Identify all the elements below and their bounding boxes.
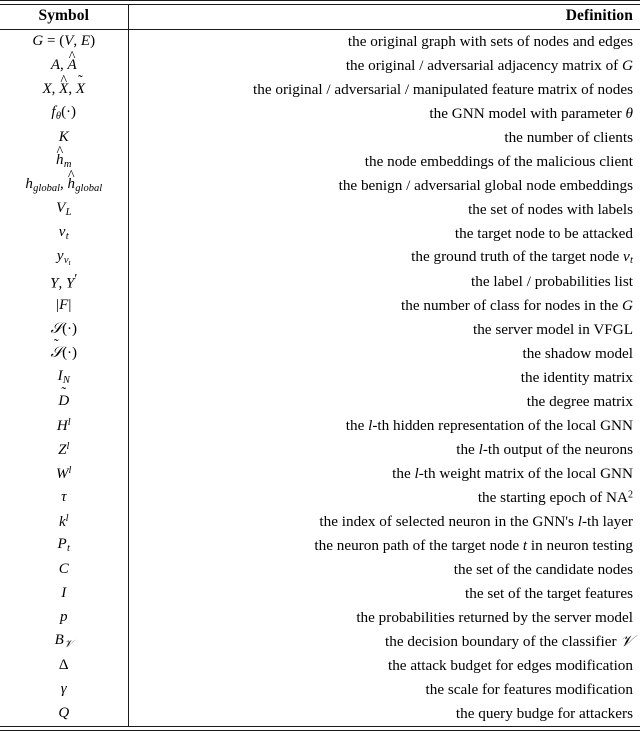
table-row: hglobal, h ^ global the benign / adversari… (0, 168, 640, 198)
table-row: fθ(·) the GNN model with parameter θ (0, 101, 640, 126)
table-row: Y, Y′ the label / probabilities list (0, 269, 640, 294)
symbol-cell: Wl (0, 461, 129, 486)
table-row: yvt the ground truth of the target node … (0, 245, 640, 270)
definition-cell: the original / adversarial / manipulated… (253, 81, 633, 99)
symbol-cell: K (0, 125, 129, 150)
definition-cell: the l-th weight matrix of the local GNN (392, 465, 633, 483)
symbol-cell: Δ (0, 653, 129, 678)
table-row: γ the scale for features modification (0, 677, 640, 702)
definition-cell: the benign / adversarial global node emb… (338, 177, 633, 195)
definition-cell: the shadow model (522, 345, 633, 363)
symbol-cell: hglobal, h ^ global (0, 168, 129, 198)
table-row: vt the target node to be attacked (0, 221, 640, 246)
symbol-cell: γ (0, 677, 129, 702)
symbol-cell: VL (0, 197, 129, 222)
table-row: K the number of clients (0, 125, 640, 150)
definition-cell: the ground truth of the target node vt (411, 247, 633, 267)
table-row: VL the set of nodes with labels (0, 197, 640, 222)
column-header-definition: Definition (565, 7, 633, 24)
table-row: h ^ m the node embeddings of the malicious… (0, 144, 640, 174)
symbol-cell: Pt (0, 533, 129, 558)
definition-cell: the attack budget for edges modification (387, 657, 633, 675)
symbol-cell: Hl (0, 413, 129, 438)
table-row: Hl the l-th hidden representation of the… (0, 413, 640, 438)
table-row: Pt the neuron path of the target node t … (0, 533, 640, 558)
definition-cell: the GNN model with parameter θ (429, 105, 633, 123)
symbol-cell: G = (V, E) (0, 29, 129, 54)
definition-cell: the neuron path of the target node t in … (314, 537, 633, 555)
symbol-cell: p (0, 605, 129, 630)
definition-cell: the index of selected neuron in the GNN'… (319, 513, 633, 531)
table-row: D ˜ the degree matrix (0, 386, 640, 414)
table-row: Q the query budge for attackers (0, 701, 640, 727)
symbol-cell: τ (0, 485, 129, 510)
notation-table: Symbol Definition G = (V, E) the origina… (0, 0, 640, 731)
symbol-cell: h ^ m (0, 144, 129, 174)
column-header-symbol: Symbol (0, 5, 129, 30)
definition-cell: the number of class for nodes in the G (401, 297, 633, 315)
table-row: A, A ^ the original / adversarial adjacen… (0, 50, 640, 78)
symbol-cell: C (0, 557, 129, 582)
symbol-cell: 𝒮 ˜ (·) (0, 338, 129, 366)
table-row: |F| the number of class for nodes in the… (0, 293, 640, 318)
table-row: Zl the l-th output of the neurons (0, 437, 640, 462)
table-row: p the probabilities returned by the serv… (0, 605, 640, 630)
symbol-cell: I (0, 581, 129, 606)
table-row: kl the index of selected neuron in the G… (0, 509, 640, 534)
symbol-cell: kl (0, 509, 129, 534)
definition-cell: the starting epoch of NA2 (477, 489, 633, 507)
table-row: Δ the attack budget for edges modificati… (0, 653, 640, 678)
symbol-cell: B𝒱 (0, 629, 129, 654)
definition-cell: the probabilities returned by the server… (356, 609, 633, 627)
definition-cell: the decision boundary of the classifier … (385, 633, 633, 651)
definition-cell: the set of nodes with labels (468, 201, 633, 219)
definition-cell: the target node to be attacked (454, 225, 633, 243)
symbol-cell: D ˜ (0, 386, 129, 414)
definition-cell: the query budge for attackers (455, 705, 633, 723)
definition-cell: the original / adversarial adjacency mat… (345, 57, 633, 75)
table-row: Wl the l-th weight matrix of the local G… (0, 461, 640, 486)
table-row: IN the identity matrix (0, 365, 640, 390)
definition-cell: the set of the candidate nodes (453, 561, 633, 579)
definition-cell: the original graph with sets of nodes an… (347, 33, 633, 51)
definition-cell: the identity matrix (520, 369, 633, 387)
definition-cell: the scale for features modification (425, 681, 633, 699)
symbol-cell: Zl (0, 437, 129, 462)
definition-cell: the degree matrix (526, 393, 633, 411)
symbol-cell: vt (0, 221, 129, 246)
definition-cell: the label / probabilities list (471, 273, 633, 291)
symbol-cell: 𝒮(·) (0, 317, 129, 342)
definition-cell: the server model in VFGL (472, 321, 633, 339)
table-row: 𝒮 ˜ (·) the shadow model (0, 338, 640, 366)
table-row: I the set of the target features (0, 581, 640, 606)
definition-cell: the number of clients (504, 129, 633, 147)
table-row: C the set of the candidate nodes (0, 557, 640, 582)
symbol-cell: Q (0, 701, 129, 727)
table-row: X, X ^, X ˜ the original / adversarial / m… (0, 74, 640, 102)
table-row: 𝒮(·) the server model in VFGL (0, 317, 640, 342)
table-row: τ the starting epoch of NA2 (0, 485, 640, 510)
definition-cell: the node embeddings of the malicious cli… (364, 153, 633, 171)
definition-cell: the l-th hidden representation of the lo… (345, 417, 633, 435)
table-row: G = (V, E) the original graph with sets … (0, 29, 640, 54)
definition-cell: the set of the target features (465, 585, 633, 603)
symbol-cell: |F| (0, 293, 129, 318)
symbol-cell: fθ(·) (0, 101, 129, 126)
table-header-row: Symbol Definition (0, 5, 640, 30)
table-row: B𝒱 the decision boundary of the classifi… (0, 629, 640, 654)
symbol-cell: yvt (0, 245, 129, 270)
symbol-cell: X, X ^, X ˜ (0, 74, 129, 102)
symbol-cell: Y, Y′ (0, 269, 129, 294)
definition-cell: the l-th output of the neurons (456, 441, 633, 459)
